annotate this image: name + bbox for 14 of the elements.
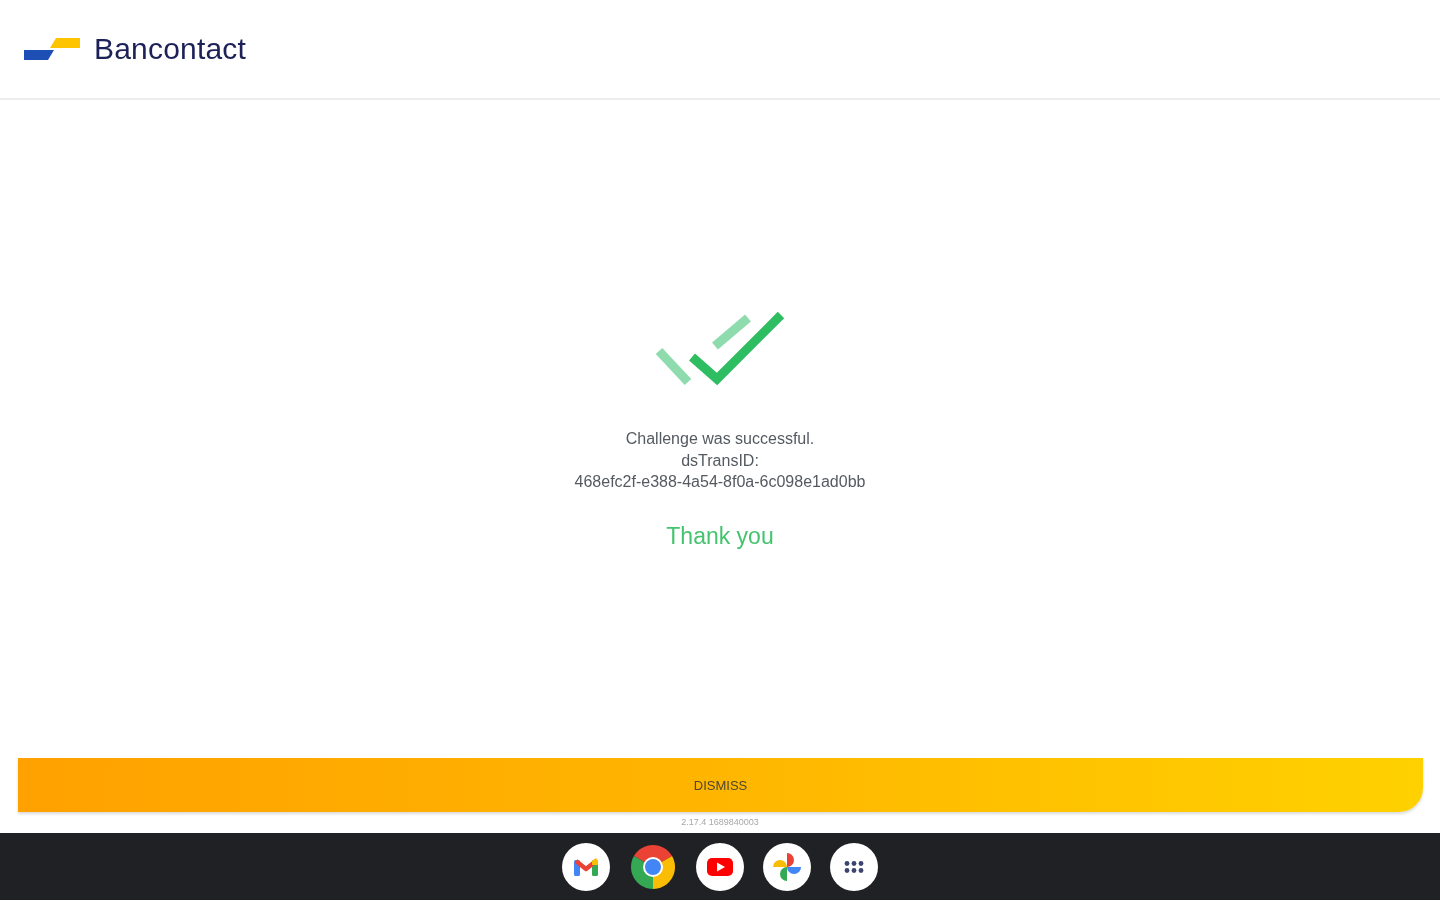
dismiss-button[interactable]: DISMISS [18, 758, 1423, 812]
status-message: Challenge was successful. [625, 429, 815, 450]
app-grid-icon[interactable] [830, 842, 878, 891]
thank-you-text: Thank you [666, 521, 774, 551]
checkmark-icon [655, 311, 785, 387]
transaction-id-label: dsTransID: [681, 450, 759, 471]
play-icon[interactable] [696, 842, 744, 891]
browser-icon[interactable] [629, 842, 677, 891]
pinwheel-icon[interactable] [763, 842, 811, 891]
mail-icon[interactable] [562, 842, 610, 891]
brand-name: Bancontact [94, 32, 247, 66]
logo-icon [24, 38, 80, 62]
transaction-id: 468efc2f-e388-4a54-8f0a-6c098e1ad0bb [574, 472, 866, 493]
version-text: 2.17.4 1689840003 [681, 816, 759, 829]
